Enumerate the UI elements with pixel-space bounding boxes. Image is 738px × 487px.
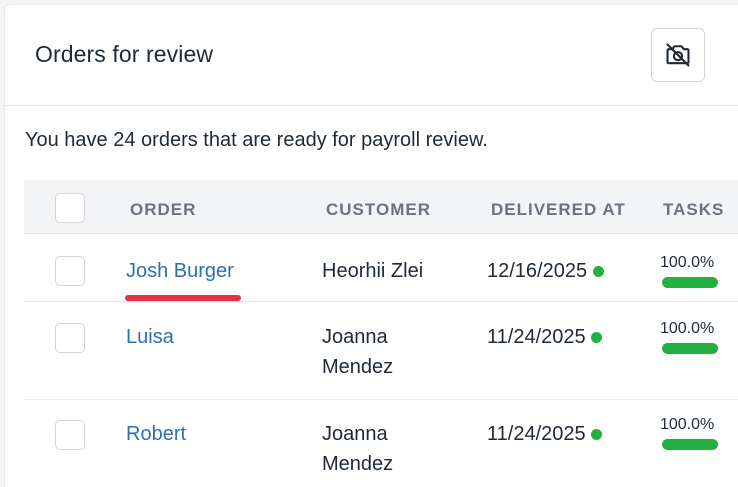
- customer-name: Joanna Mendez: [322, 326, 394, 378]
- delivered-at: 11/24/2025: [487, 322, 612, 352]
- customer-name: Joanna Mendez: [322, 423, 394, 475]
- order-link[interactable]: Robert: [126, 423, 186, 446]
- intro-text: You have 24 orders that are ready for pa…: [25, 129, 488, 151]
- status-dot: [591, 429, 603, 441]
- card-title: Orders for review: [35, 41, 214, 67]
- row-checkbox[interactable]: [55, 323, 85, 353]
- column-header-delivered-at: DELIVERED AT: [491, 200, 626, 219]
- tasks-progress-fill: [662, 343, 718, 354]
- tasks-progress-bar: [662, 439, 718, 450]
- column-header-order: ORDER: [130, 200, 197, 219]
- row-checkbox[interactable]: [55, 256, 85, 286]
- delivered-at: 11/24/2025: [487, 419, 612, 449]
- highlight-underline: [125, 295, 241, 301]
- delivered-at: 12/16/2025: [487, 256, 647, 286]
- table-row: Luisa Joanna Mendez 11/24/2025 100.0%: [24, 302, 738, 400]
- tasks-percent: 100.0%: [660, 320, 715, 337]
- tasks-progress-bar: [662, 277, 718, 288]
- status-dot: [592, 266, 604, 278]
- table-row: Josh Burger Heorhii Zlei 12/16/2025 100.…: [24, 234, 738, 302]
- column-header-tasks: TASKS: [663, 200, 725, 219]
- column-header-customer: CUSTOMER: [326, 200, 431, 219]
- camera-off-button[interactable]: [651, 28, 705, 82]
- table-header: ORDER CUSTOMER DELIVERED AT TASKS: [24, 180, 738, 234]
- tasks-progress-fill: [662, 439, 718, 450]
- table-row: Robert Joanna Mendez 11/24/2025 100.0%: [24, 400, 738, 487]
- customer-name: Heorhii Zlei: [322, 260, 424, 282]
- delivered-date: 12/16/2025: [487, 260, 588, 282]
- tasks-percent: 100.0%: [660, 254, 715, 271]
- select-all-checkbox[interactable]: [55, 193, 85, 223]
- order-link[interactable]: Luisa: [126, 326, 174, 349]
- delivered-date: 11/24/2025: [487, 326, 586, 348]
- card-header: Orders for review: [5, 5, 738, 106]
- tasks-percent: 100.0%: [660, 416, 715, 433]
- camera-off-icon: [666, 43, 690, 67]
- status-dot: [591, 332, 603, 344]
- tasks-progress-bar: [662, 343, 718, 354]
- order-link[interactable]: Josh Burger: [126, 260, 234, 283]
- delivered-date: 11/24/2025: [487, 423, 586, 445]
- tasks-progress-fill: [662, 277, 718, 288]
- row-checkbox[interactable]: [55, 420, 85, 450]
